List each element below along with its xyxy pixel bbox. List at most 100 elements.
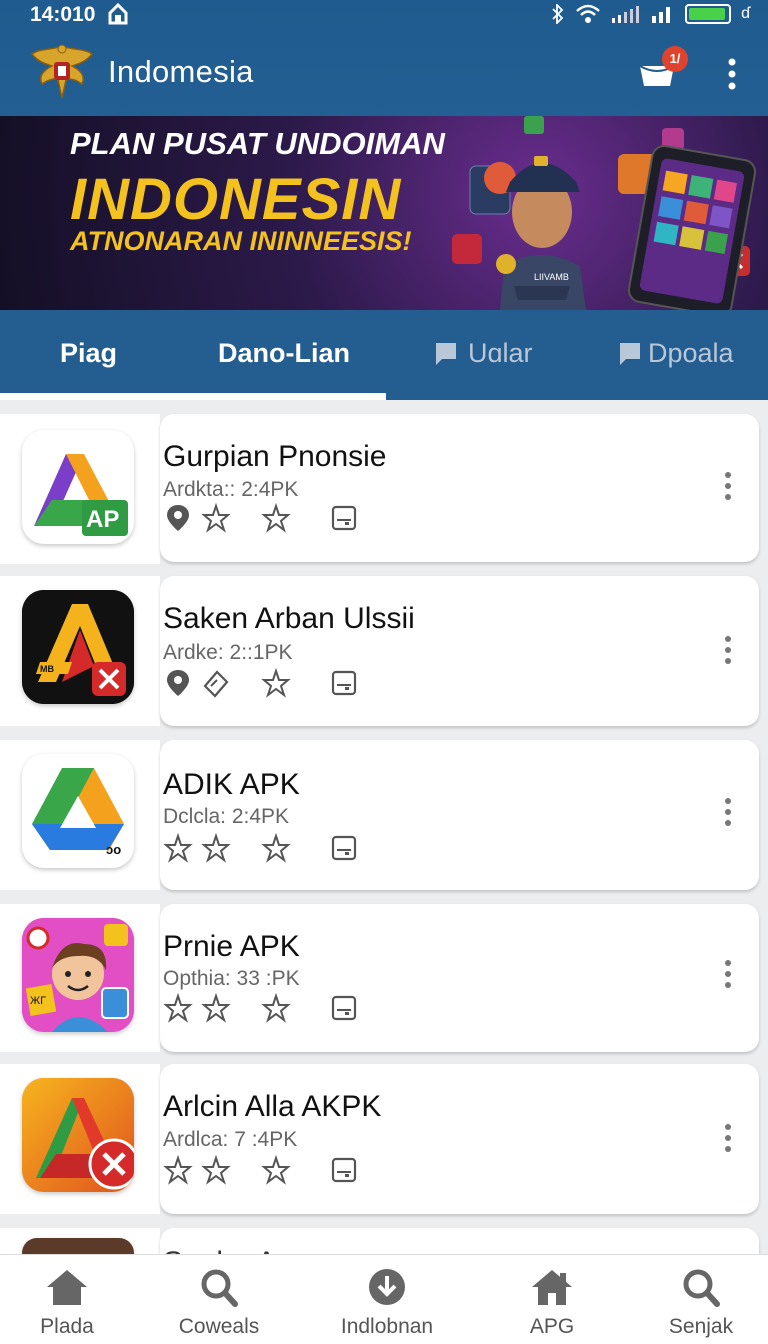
star-icon[interactable] bbox=[163, 993, 193, 1023]
save-icon[interactable] bbox=[329, 993, 359, 1023]
banner-badge-text: LIIVAMB bbox=[534, 272, 569, 282]
charging-icon: ɗ bbox=[741, 5, 750, 22]
app-name: ADIK APK bbox=[163, 768, 300, 801]
item-menu-icon[interactable] bbox=[720, 958, 736, 990]
bookmark-icon bbox=[620, 342, 640, 365]
home-alt-icon bbox=[532, 1270, 572, 1305]
app-icon-label: MB bbox=[40, 664, 54, 674]
app-actions bbox=[163, 1155, 367, 1185]
star-outline-icon[interactable] bbox=[261, 833, 291, 863]
tab-dpoala[interactable]: Dpoala bbox=[618, 338, 734, 369]
promo-banner[interactable]: PLAN PUSAT UNDOIMAN INDONESIN ATNONARAN … bbox=[0, 116, 768, 310]
bluetooth-icon bbox=[552, 4, 564, 24]
nav-coweals[interactable]: Coweals bbox=[154, 1267, 284, 1339]
star-icon[interactable] bbox=[163, 1155, 193, 1185]
app-icon-prnie[interactable]: ЖГ bbox=[22, 918, 134, 1032]
wifi-icon bbox=[576, 4, 600, 23]
home-icon bbox=[47, 1270, 87, 1305]
star-icon[interactable] bbox=[201, 503, 231, 533]
status-bar: 14:010 ɗ bbox=[0, 0, 768, 30]
nav-label: Plada bbox=[40, 1315, 94, 1338]
active-tab-indicator bbox=[0, 393, 386, 400]
tab-ualar[interactable]: Uɑlar bbox=[434, 338, 533, 369]
signal-icon bbox=[612, 6, 640, 23]
save-icon[interactable] bbox=[329, 1155, 359, 1185]
top-bar: 14:010 ɗ Indomesia 1/ bbox=[0, 0, 768, 116]
location-icon[interactable] bbox=[163, 668, 193, 698]
download-icon bbox=[369, 1269, 405, 1305]
app-actions bbox=[163, 668, 367, 698]
save-icon[interactable] bbox=[329, 503, 359, 533]
app-meta: Opthia: 33 :PK bbox=[163, 967, 300, 990]
banner-headline: PLAN PUSAT UNDOIMAN bbox=[70, 126, 445, 161]
app-name: Prnie APK bbox=[163, 930, 300, 963]
tab-piag[interactable]: Piag bbox=[60, 338, 117, 369]
tag-icon[interactable] bbox=[201, 668, 231, 698]
nav-label: Coweals bbox=[178, 1315, 260, 1338]
banner-subtitle: ATNONARAN ININNEESIS! bbox=[70, 226, 412, 256]
app-meta: Ardlca: 7 :4PK bbox=[163, 1128, 298, 1151]
star-icon[interactable] bbox=[201, 1155, 231, 1185]
star-icon[interactable] bbox=[163, 833, 193, 863]
location-icon[interactable] bbox=[163, 503, 193, 533]
nav-apg[interactable]: APG bbox=[487, 1267, 617, 1339]
status-icons: ɗ bbox=[551, 4, 750, 24]
search-icon bbox=[201, 1269, 238, 1307]
banner-illustration: LIIVAMB bbox=[452, 116, 757, 310]
app-name: Arlcin Alla AKPK bbox=[163, 1090, 382, 1123]
star-outline-icon[interactable] bbox=[261, 1155, 291, 1185]
app-icon-label: ЖГ bbox=[30, 995, 46, 1007]
app-icon-saken[interactable]: MB bbox=[22, 590, 134, 704]
app-meta: Ardke: 2::1PK bbox=[163, 641, 293, 664]
star-outline-icon[interactable] bbox=[261, 993, 291, 1023]
nav-label: Indlobnan bbox=[340, 1315, 434, 1338]
app-icon-label: ɔo bbox=[106, 842, 121, 857]
status-time: 14:010 bbox=[30, 3, 96, 26]
garuda-emblem-icon bbox=[30, 44, 94, 99]
app-name: Gurpian Pnonsie bbox=[163, 440, 387, 473]
app-meta: Ardkta:: 2:4PK bbox=[163, 478, 299, 501]
app-actions bbox=[163, 503, 367, 533]
tab-bar: Piag Dano-Lian Uɑlar Dpoala bbox=[0, 310, 768, 400]
nav-label: Senjak bbox=[668, 1315, 734, 1338]
bookmark-icon bbox=[436, 342, 456, 365]
star-outline-icon[interactable] bbox=[261, 503, 291, 533]
bottom-navigation: Plada Coweals Indlobnan APG Senjak bbox=[0, 1254, 768, 1344]
nav-plada[interactable]: Plada bbox=[2, 1267, 132, 1339]
signal-icon-2 bbox=[652, 7, 671, 23]
star-icon[interactable] bbox=[201, 993, 231, 1023]
item-menu-icon[interactable] bbox=[720, 796, 736, 828]
orange-a-icon bbox=[22, 1078, 134, 1192]
drive-icon: ɔo bbox=[32, 768, 124, 857]
tab-dano-lian[interactable]: Dano-Lian bbox=[218, 338, 350, 369]
save-icon[interactable] bbox=[329, 833, 359, 863]
app-meta: Dclcla: 2:4PK bbox=[163, 805, 290, 828]
battery-icon bbox=[685, 4, 732, 24]
item-menu-icon[interactable] bbox=[720, 634, 736, 666]
item-menu-icon[interactable] bbox=[720, 1122, 736, 1154]
search-icon bbox=[683, 1269, 720, 1307]
app-icon-gurpian[interactable]: AP bbox=[22, 430, 134, 544]
banner-title: INDONESIN bbox=[70, 167, 402, 232]
nav-indlobnan[interactable]: Indlobnan bbox=[322, 1267, 452, 1339]
app-icon-arlcin[interactable] bbox=[22, 1078, 134, 1192]
app-icon-label: AP bbox=[86, 506, 119, 533]
app-icon-adik[interactable]: ɔo bbox=[22, 754, 134, 868]
app-actions bbox=[163, 993, 367, 1023]
item-menu-icon[interactable] bbox=[720, 470, 736, 502]
save-icon[interactable] bbox=[329, 668, 359, 698]
cartoon-boy-icon: ЖГ bbox=[22, 918, 134, 1032]
nav-label: APG bbox=[529, 1315, 575, 1338]
nav-senjak[interactable]: Senjak bbox=[636, 1267, 766, 1339]
tab-ualar-label: Uɑlar bbox=[468, 338, 533, 368]
app-title: Indomesia bbox=[108, 54, 254, 89]
tab-dpoala-label: Dpoala bbox=[648, 338, 734, 368]
red-a-icon: MB bbox=[22, 590, 134, 704]
app-actions bbox=[163, 833, 367, 863]
more-options-icon[interactable] bbox=[722, 56, 742, 92]
notification-badge: 1/ bbox=[662, 46, 688, 72]
star-outline-icon[interactable] bbox=[261, 668, 291, 698]
drive-ap-icon: AP bbox=[34, 454, 128, 536]
home-status-icon bbox=[108, 3, 128, 25]
star-icon[interactable] bbox=[201, 833, 231, 863]
